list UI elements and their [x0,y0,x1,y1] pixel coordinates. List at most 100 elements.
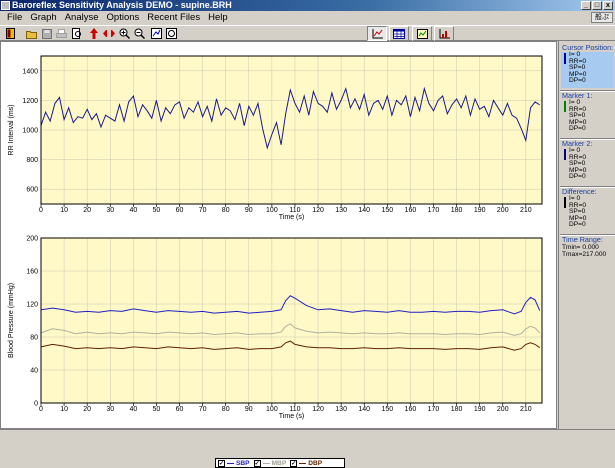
rr-xtick-label: 30 [106,207,114,214]
bp-xtick-label: 50 [153,406,161,413]
menu-graph[interactable]: Graph [26,11,60,24]
bp-xtick-label: 190 [474,406,486,413]
save-icon[interactable] [40,27,53,40]
ime-indicator[interactable]: 般ぷ [591,12,613,23]
print-preview-icon[interactable] [70,27,83,40]
dbp-swatch [299,462,307,464]
rr-xtick-label: 10 [60,207,68,214]
bp-xtick-label: 140 [358,406,370,413]
close-button[interactable]: x [603,1,613,10]
bp-xtick-label: 160 [405,406,417,413]
bp-ytick-label: 160 [26,269,38,276]
rr-xtick-label: 180 [451,207,463,214]
title-bar[interactable]: Baroreflex Sensitivity Analysis DEMO - s… [0,0,615,11]
bp-ytick-label: 80 [30,335,38,342]
mbp-label: MBP [271,459,287,467]
rr-xtick-label: 130 [335,207,347,214]
view-graph-icon[interactable] [412,26,432,41]
tmax-value: Tmax=217.000 [562,251,607,258]
rr-ytick-label: 800 [26,157,38,164]
marker2-values: I= 0 RR=0 SP=0 MP=0 DP=0 [561,147,614,184]
bp-xtick-label: 10 [60,406,68,413]
legend-mbp[interactable]: ✓ MBP [252,459,289,467]
bp-ytick-label: 200 [26,236,38,243]
bp-xtick-label: 60 [176,406,184,413]
bp-xtick-label: 20 [83,406,91,413]
dbp-label: DBP [308,459,323,467]
arrow-up-icon[interactable] [87,27,100,40]
sbp-checkbox[interactable]: ✓ [218,459,225,467]
refresh-icon[interactable] [165,27,178,40]
view-chart-icon[interactable] [367,26,387,41]
menu-analyse[interactable]: Analyse [61,11,103,24]
exit-icon[interactable] [4,27,17,40]
difference-color-bar [564,197,566,208]
legend-dbp[interactable]: ✓ DBP [288,459,324,467]
plot-area[interactable]: 600 800 1000 1200 1400 0 10 20 30 40 50 60 70 80 90 100… [0,41,557,468]
menu-bar: File Graph Analyse Options Recent Files … [0,11,615,24]
menu-recent-files[interactable]: Recent Files [143,11,204,24]
legend-bar: ✓ SBP ✓ MBP ✓ DBP [215,458,345,468]
open-icon[interactable] [25,27,38,40]
app-icon [1,1,10,10]
marker2-dp: DP=0 [569,173,586,181]
rr-xtick-label: 20 [83,207,91,214]
mbp-checkbox[interactable]: ✓ [253,459,261,467]
zoom-window-icon[interactable] [150,27,163,40]
rr-xtick-label: 190 [474,207,486,214]
bp-xtick-label: 30 [106,406,114,413]
rr-xtick-label: 80 [222,207,230,214]
view-histogram-icon[interactable] [434,26,454,41]
menu-help[interactable]: Help [204,11,232,24]
bp-ytick-label: 40 [30,368,38,375]
menu-options[interactable]: Options [103,11,144,24]
bp-xtick-label: 170 [428,406,440,413]
bp-xtick-label: 70 [199,406,207,413]
bp-xtick-label: 120 [312,406,324,413]
bp-ytick-label: 0 [34,401,38,408]
bp-xtick-label: 40 [129,406,137,413]
bp-xtick-label: 0 [39,406,43,413]
window-title: Baroreflex Sensitivity Analysis DEMO - s… [12,0,232,10]
print-icon[interactable] [55,27,68,40]
app-window: Baroreflex Sensitivity Analysis DEMO - s… [0,0,615,468]
menu-file[interactable]: File [3,11,26,24]
zoom-in-icon[interactable] [118,27,131,40]
sbp-swatch [227,462,234,464]
rr-xtick-label: 140 [358,207,370,214]
zoom-out-icon[interactable] [133,27,146,40]
bp-plot-background [40,237,543,404]
tmin-value: Tmin= 0.000 [562,244,599,251]
view-table-icon[interactable] [389,26,409,41]
dbp-checkbox[interactable]: ✓ [290,459,298,467]
arrows-expand-icon[interactable] [102,27,115,40]
bp-xtick-label: 200 [497,406,509,413]
marker1-color-bar [564,101,566,112]
bp-xtick-label: 210 [520,406,532,413]
bp-xtick-label: 150 [381,406,393,413]
toolbar [0,25,615,41]
rr-ytick-label: 1200 [22,98,38,105]
bp-xtick-label: 100 [266,406,278,413]
rr-ytick-label: 600 [26,187,38,194]
bp-xtick-label: 130 [335,406,347,413]
info-panel: Cursor Position: I= 0 RR=0 SP=0 MP=0 DP=… [558,41,615,429]
rr-xtick-label: 120 [312,207,324,214]
difference-values: I= 0 RR=0 SP=0 MP=0 DP=0 [561,195,614,232]
bp-xtick-label: 110 [289,406,300,413]
rr-xaxis-label: Time (s) [279,214,304,221]
bp-xtick-label: 80 [222,406,230,413]
rr-xtick-label: 40 [129,207,137,214]
cursor-position-values: I= 0 RR=0 SP=0 MP=0 DP=0 [561,51,614,88]
maximize-button[interactable]: □ [592,1,602,10]
bp-ytick-label: 120 [26,302,38,309]
bp-xtick-label: 180 [451,406,463,413]
status-bar [0,429,615,443]
time-range-title: Time Range: [562,235,603,244]
minimize-button[interactable]: _ [581,1,591,10]
rr-yaxis-label: RR Interval (ms) [8,105,15,156]
bp-yaxis-label: Blood Pressure (mmHg) [8,283,15,358]
charts-svg[interactable]: 6008001000120014000 10 20 30 40 50 60 70 80 90 100… [1,42,556,428]
legend-sbp[interactable]: ✓ SBP [216,459,252,467]
marker1-values: I= 0 RR=0 SP=0 MP=0 DP=0 [561,99,614,136]
